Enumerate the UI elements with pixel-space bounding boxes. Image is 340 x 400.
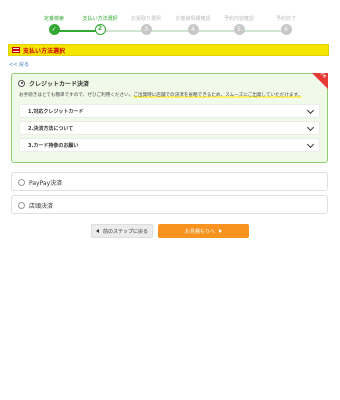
step-label: お受取り選択	[130, 16, 161, 22]
payment-option-store[interactable]: 店頭決済	[11, 195, 328, 214]
credit-radio[interactable]	[18, 79, 25, 87]
step-label: 定番検索	[43, 16, 64, 22]
desc-highlight: ご出発時に店舗での決済を省略できるため、スムーズにご出発していただけます。	[133, 93, 303, 98]
previous-step-button[interactable]: 前のステップに戻る	[91, 224, 153, 238]
step-check-icon: ✓	[48, 24, 60, 35]
chevron-down-icon	[306, 123, 315, 131]
chevron-down-icon	[306, 106, 315, 114]
step-number: 5	[233, 24, 245, 35]
accordion-method[interactable]: 2.決済方法について	[19, 121, 320, 135]
back-link[interactable]: << 戻る	[9, 61, 29, 68]
section-header: 支払い方法選択	[8, 44, 329, 56]
previous-step-label: 前のステップに戻る	[102, 228, 148, 235]
progress-stepper: 定番検索 ✓ 支払い方法選択 2 お受取り選択 3 お客様情報確認 4 予約内容…	[0, 0, 340, 40]
accordion-cards[interactable]: 1.対応クレジットカード	[19, 104, 320, 118]
accordion-label: 2.決済方法について	[28, 125, 74, 132]
step-2: 支払い方法選択 2	[77, 10, 123, 35]
step-number: 4	[187, 24, 199, 35]
credit-card-icon	[12, 47, 20, 53]
credit-title: クレジットカード決済	[29, 80, 90, 88]
accordion-label: 1.対応クレジットカード	[28, 108, 84, 115]
step-number: 2	[94, 24, 106, 35]
paypay-title: PayPay決済	[29, 179, 63, 187]
payment-option-credit[interactable]: おすすめ クレジットカード決済 お手続きはとても簡単ですので、ぜひご利用ください…	[11, 66, 328, 163]
store-radio[interactable]	[18, 201, 25, 209]
step-label: お客様情報確認	[175, 16, 211, 22]
accordion-label: 3.カード持参のお願い	[28, 142, 79, 149]
step-5: 予約内容確認 5	[216, 10, 262, 35]
accordion-bring-card[interactable]: 3.カード持参のお願い	[19, 138, 320, 152]
step-4: お客様情報確認 4	[170, 10, 216, 35]
store-title: 店頭決済	[29, 202, 54, 210]
step-number: 3	[140, 24, 152, 35]
chevron-down-icon	[306, 140, 315, 148]
desc-plain: お手続きはとても簡単ですので、ぜひご利用ください。	[19, 93, 134, 98]
credit-description: お手続きはとても簡単ですので、ぜひご利用ください。ご出発時に店舗での決済を省略で…	[12, 92, 327, 99]
step-label: 支払い方法選択	[82, 16, 118, 22]
estimate-button[interactable]: お見積もりへ	[158, 224, 249, 238]
section-title: 支払い方法選択	[23, 47, 66, 55]
arrow-right-icon	[219, 229, 222, 233]
payment-option-paypay[interactable]: PayPay決済	[11, 172, 328, 191]
arrow-left-icon	[95, 229, 99, 233]
step-1: 定番検索 ✓	[31, 10, 77, 35]
step-3: お受取り選択 3	[123, 10, 169, 35]
paypay-radio[interactable]	[18, 178, 25, 186]
step-number: 6	[280, 24, 292, 35]
step-label: 予約内容確認	[223, 16, 254, 22]
step-6: 予約完了 6	[263, 10, 309, 35]
step-label: 予約完了	[275, 16, 296, 22]
estimate-label: お見積もりへ	[184, 228, 215, 235]
